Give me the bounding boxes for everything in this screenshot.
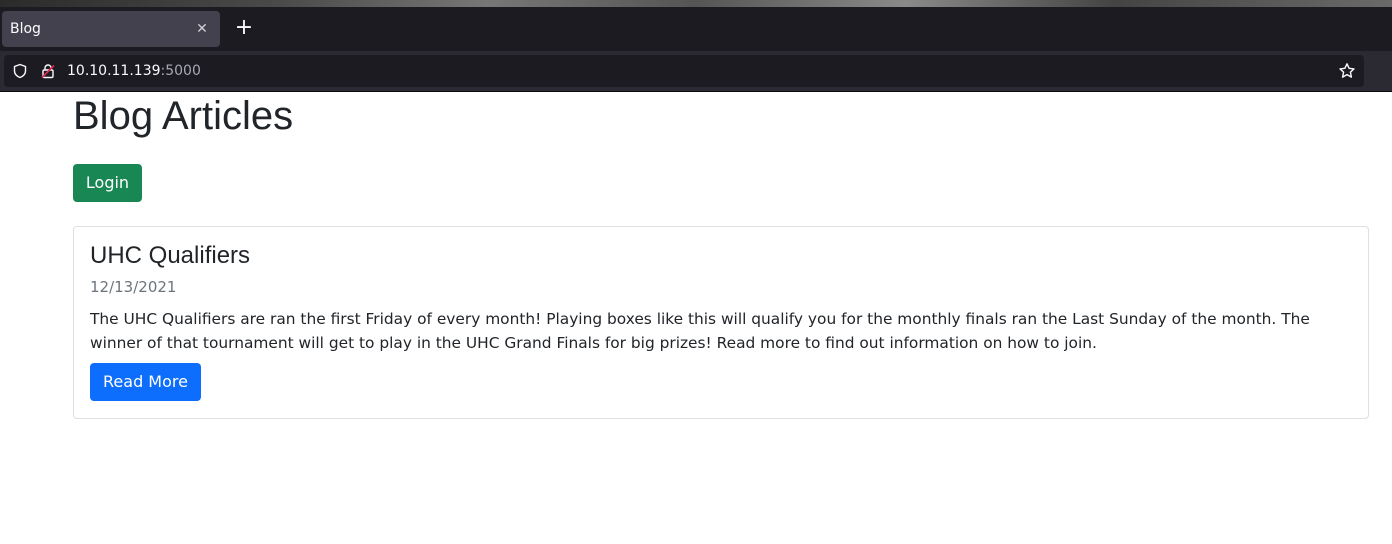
article-card: UHC Qualifiers 12/13/2021 The UHC Qualif… <box>73 226 1369 419</box>
address-bar[interactable]: 10.10.11.139:5000 <box>4 55 1364 87</box>
tab-bar: Blog ✕ + <box>0 7 1392 51</box>
plus-icon[interactable]: + <box>232 17 256 41</box>
browser-tab[interactable]: Blog ✕ <box>2 11 220 47</box>
page-title: Blog Articles <box>73 94 294 138</box>
navigation-toolbar: 10.10.11.139:5000 <box>0 51 1392 92</box>
url-host: 10.10.11.139 <box>67 63 161 79</box>
page-content: Blog Articles Login UHC Qualifiers 12/13… <box>0 92 1392 544</box>
article-body: The UHC Qualifiers are ran the first Fri… <box>90 310 1310 352</box>
login-button[interactable]: Login <box>73 164 142 202</box>
shield-icon[interactable] <box>12 63 28 79</box>
url-text[interactable]: 10.10.11.139:5000 <box>67 63 201 79</box>
read-more-button[interactable]: Read More <box>90 363 201 401</box>
insecure-lock-icon[interactable] <box>40 63 56 79</box>
article-date: 12/13/2021 <box>90 278 177 296</box>
article-title: UHC Qualifiers <box>90 242 251 269</box>
close-icon[interactable]: ✕ <box>192 19 212 39</box>
desktop-background-strip <box>0 0 1392 7</box>
bookmark-star-icon[interactable] <box>1338 62 1356 80</box>
tab-title: Blog <box>10 21 41 37</box>
url-port: :5000 <box>160 63 201 79</box>
